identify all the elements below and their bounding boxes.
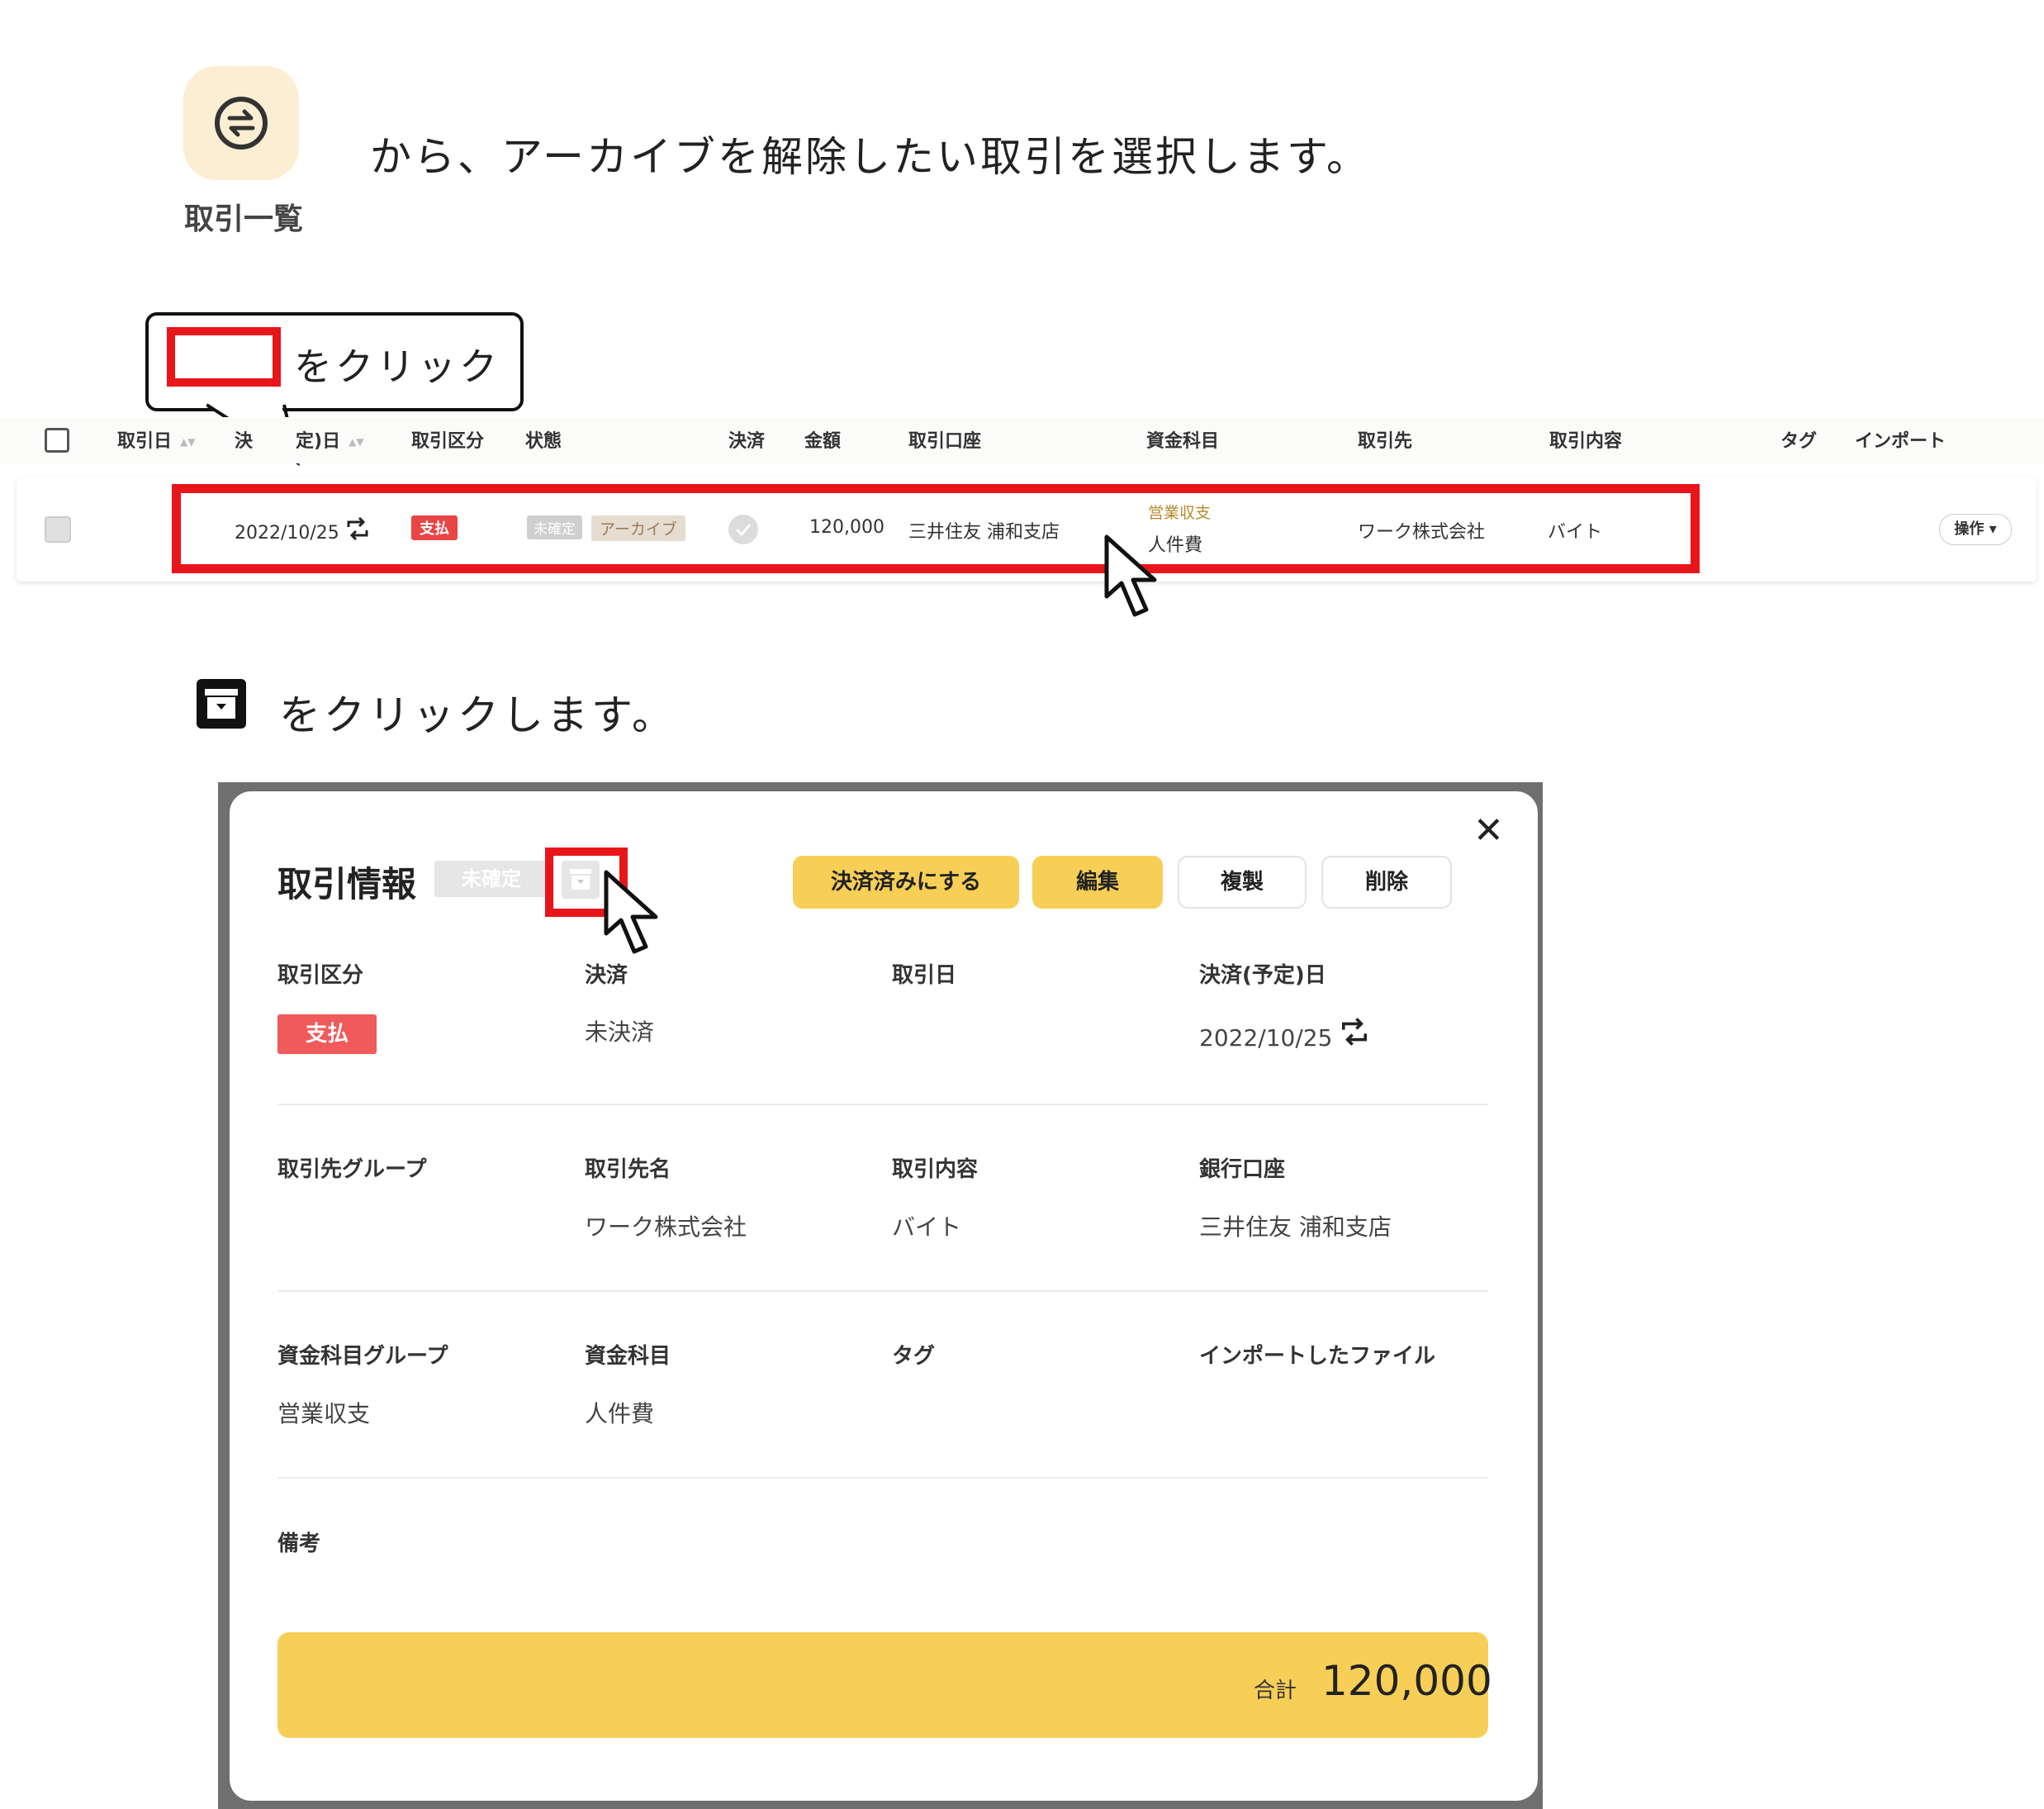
col-header-tag: タグ	[1781, 431, 1818, 452]
archive-icon	[197, 679, 246, 729]
callout-text: をクリック	[294, 344, 500, 389]
app-icon-label: 取引一覧	[183, 202, 303, 236]
section-divider	[277, 1104, 1488, 1105]
total-label: 合計	[1254, 1678, 1297, 1703]
total-bar	[277, 1632, 1488, 1738]
bank-value: 三井住友 浦和支店	[1199, 1213, 1392, 1241]
partner-name-value: ワーク株式会社	[585, 1213, 747, 1241]
settle-date-label: 決済(予定)日	[1199, 963, 1326, 988]
modal-status-badge: 未確定	[434, 861, 548, 897]
delete-button[interactable]: 削除	[1321, 856, 1452, 909]
tag-label: タグ	[892, 1344, 936, 1369]
transaction-list-app-icon[interactable]	[183, 66, 299, 180]
settled-label: 決済	[585, 963, 628, 988]
partner-group-label: 取引先グループ	[277, 1157, 427, 1182]
mouse-cursor-icon	[1104, 534, 1157, 617]
sort-icon: ▲▼	[349, 436, 364, 448]
exchange-icon	[215, 97, 268, 150]
section-divider	[277, 1290, 1488, 1292]
callout-highlight-box	[167, 327, 281, 387]
close-icon[interactable]: ✕	[1473, 810, 1504, 852]
col-header-settle-date[interactable]: 決定)日 ▲▼	[235, 426, 364, 453]
col-header-date[interactable]: 取引日 ▲▼	[117, 426, 195, 453]
instruction-text-1: から、アーカイブを解除したい取引を選択します。	[370, 133, 1370, 181]
recurring-icon	[1342, 1018, 1368, 1046]
total-value: 120,000	[1321, 1657, 1492, 1705]
mouse-cursor-icon	[604, 870, 658, 954]
category-label: 取引区分	[277, 963, 364, 988]
instruction-text-2: をクリックします。	[279, 691, 676, 739]
operation-dropdown-button[interactable]: 操作 ▾	[1939, 514, 2012, 545]
fund-item-value: 人件費	[585, 1400, 655, 1427]
col-header-partner: 取引先	[1358, 431, 1413, 452]
memo-label: 備考	[277, 1531, 321, 1556]
date-label: 取引日	[892, 963, 957, 988]
duplicate-button[interactable]: 複製	[1178, 856, 1307, 909]
settle-button[interactable]: 決済済みにする	[793, 856, 1019, 909]
content-value: バイト	[892, 1213, 962, 1241]
col-header-account: 取引口座	[908, 431, 982, 452]
modal-title: 取引情報	[277, 864, 417, 904]
partner-name-label: 取引先名	[585, 1157, 671, 1182]
col-header-content: 取引内容	[1549, 431, 1623, 452]
col-header-amount: 金額	[804, 431, 842, 452]
import-label: インポートしたファイル	[1199, 1344, 1436, 1369]
sort-icon: ▲▼	[180, 436, 196, 448]
col-header-fund-item: 資金科目	[1146, 431, 1220, 452]
section-divider	[277, 1477, 1488, 1479]
col-header-settled: 決済	[728, 431, 766, 452]
archive-glyph	[205, 689, 238, 719]
bank-label: 銀行口座	[1199, 1157, 1286, 1182]
select-all-checkbox[interactable]	[45, 428, 69, 453]
row-checkbox[interactable]	[45, 516, 71, 543]
col-header-status: 状態	[525, 431, 562, 452]
col-header-category: 取引区分	[411, 431, 485, 452]
fund-group-label: 資金科目グループ	[277, 1344, 448, 1369]
row-highlight-box	[172, 484, 1700, 573]
col-header-import: インポート	[1855, 431, 1947, 452]
settle-date-value: 2022/10/25	[1199, 1018, 1369, 1052]
fund-item-label: 資金科目	[585, 1344, 671, 1369]
settled-value: 未決済	[585, 1018, 655, 1046]
fund-group-value: 営業収支	[277, 1400, 371, 1427]
category-badge: 支払	[277, 1014, 377, 1054]
edit-button[interactable]: 編集	[1032, 856, 1163, 909]
content-label: 取引内容	[892, 1157, 979, 1182]
